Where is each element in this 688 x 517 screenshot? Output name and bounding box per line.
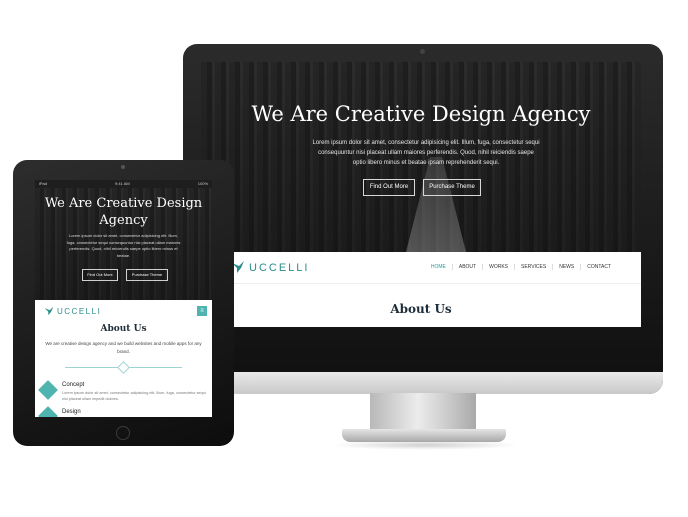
menu-icon[interactable]: ≡ [197, 306, 207, 316]
nav-item-works[interactable]: WORKS [482, 264, 514, 270]
pen-icon [38, 406, 58, 417]
hero-city-street-image [406, 157, 466, 252]
monitor-stand-neck [370, 393, 476, 433]
status-device: iPad [39, 181, 48, 186]
status-battery: 100% [197, 181, 208, 186]
desktop-screen: We Are Creative Design Agency Lorem ipsu… [201, 62, 641, 327]
feature-title-design: Design [62, 409, 81, 415]
nav-item-contact[interactable]: CONTACT [580, 264, 617, 270]
nav-item-services[interactable]: SERVICES [514, 264, 552, 270]
tablet-about-title: About Us [100, 324, 147, 334]
bird-logo-icon[interactable] [44, 306, 54, 316]
tablet-hero: We Are Creative Design Agency Lorem ipsu… [35, 180, 212, 300]
tablet-hero-title: We Are Creative Design Agency [44, 196, 203, 228]
feature-text-concept: Lorem ipsum dolor sit amet, consectetur … [62, 391, 206, 401]
tablet-navbar: UCCELLI ≡ [35, 300, 212, 323]
tablet-about-text: We are creative design agency and we bui… [45, 341, 202, 354]
nav-item-news[interactable]: NEWS [552, 264, 580, 270]
tablet-status-bar: iPad 9:41 AM 100% [35, 180, 212, 188]
nav-item-about[interactable]: ABOUT [451, 264, 482, 270]
feature-title-concept: Concept [62, 382, 85, 388]
desktop-about-title: About Us [390, 302, 452, 316]
status-time: 9:41 AM [115, 181, 130, 186]
tablet-home-button [116, 426, 130, 440]
monitor-chin [183, 372, 663, 394]
heart-icon [38, 380, 58, 400]
tablet-purchase-theme-button[interactable]: Purchase Theme [126, 269, 168, 281]
desktop-hero-lead: Lorem ipsum dolor sit amet, consectetur … [312, 140, 540, 166]
desktop-nav-menu: HOME ABOUT WORKS SERVICES NEWS CONTACT [425, 264, 617, 270]
monitor-stand-base [342, 429, 506, 442]
tablet-camera [121, 165, 125, 169]
desktop-hero: We Are Creative Design Agency Lorem ipsu… [201, 62, 641, 252]
divider-diamond-icon [117, 361, 130, 374]
tablet-logo-text[interactable]: UCCELLI [57, 307, 101, 316]
monitor-camera [420, 49, 425, 54]
desktop-hero-title: We Are Creative Design Agency [251, 102, 591, 126]
desktop-logo-text[interactable]: UCCELLI [249, 262, 309, 274]
tablet-find-out-more-button[interactable]: Find Out More [82, 269, 118, 281]
nav-item-home[interactable]: HOME [425, 264, 452, 270]
tablet-hero-lead: Lorem ipsum dolor sit amet, consectetur … [66, 233, 181, 258]
desktop-purchase-theme-button[interactable]: Purchase Theme [423, 179, 481, 196]
desktop-find-out-more-button[interactable]: Find Out More [363, 179, 415, 196]
tablet-screen: We Are Creative Design Agency Lorem ipsu… [35, 180, 212, 417]
desktop-navbar: UCCELLI HOME ABOUT WORKS SERVICES NEWS C… [201, 252, 641, 284]
